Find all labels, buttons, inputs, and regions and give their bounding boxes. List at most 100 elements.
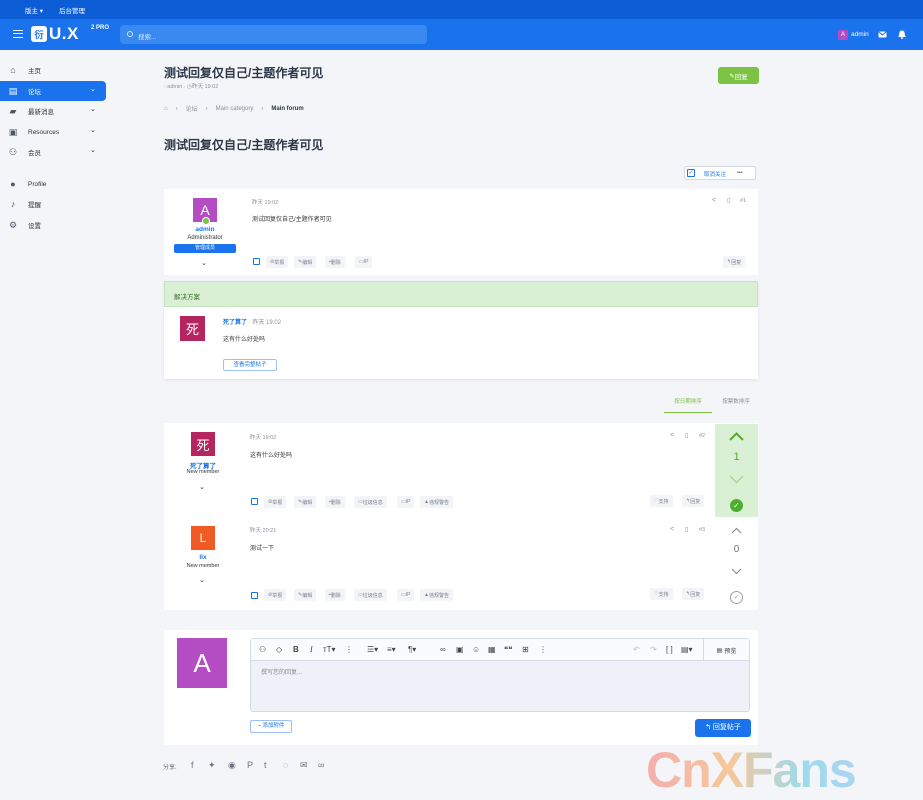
edit-button[interactable]: ✎ 编辑 (294, 589, 317, 601)
delete-button[interactable]: ▪ 删除 (325, 589, 345, 601)
share-icon[interactable]: < (712, 197, 716, 204)
twitter-icon[interactable]: ✦ (208, 760, 216, 771)
tab-sort-by-votes[interactable]: 按票数排序 (714, 396, 758, 408)
sidebar-item-forum[interactable]: ▤ 论坛 ⌄ (0, 81, 106, 101)
attach-button[interactable]: ⌁ 添加附件 (250, 720, 292, 733)
align-icon[interactable]: ≡▾ (387, 645, 396, 654)
whatsapp-icon[interactable]: ◌ (283, 760, 288, 770)
share-icon[interactable]: < (670, 526, 674, 533)
list-icon[interactable]: ☰▾ (367, 645, 378, 654)
avatar[interactable]: A (838, 30, 848, 40)
bell-icon[interactable] (898, 30, 906, 39)
breadcrumb-item[interactable]: 论坛 (186, 104, 198, 113)
tumblr-icon[interactable]: t (264, 760, 267, 770)
sidebar-item-latest[interactable]: ▰ 最新消息 ⌄ (0, 101, 106, 121)
solution-check-icon[interactable]: ✓ (730, 499, 743, 512)
email-icon[interactable]: ✉ (300, 760, 308, 771)
chevron-down-icon[interactable]: ⌄ (199, 576, 205, 584)
delete-button[interactable]: ▪ 删除 (325, 256, 345, 268)
reply-button[interactable]: ✎ 回复 (718, 67, 759, 84)
post-number[interactable]: #3 (699, 527, 705, 533)
unwatch-button[interactable]: 取消关注 (704, 170, 726, 178)
spam-button[interactable]: ▭ 垃圾信息 (354, 589, 387, 601)
meta-author[interactable]: admin (167, 84, 182, 90)
breadcrumb-item[interactable]: Main category (216, 106, 254, 112)
solution-time[interactable]: · 昨天 19:02 (249, 320, 281, 326)
image-icon[interactable]: ▣ (456, 645, 464, 654)
chevron-down-icon[interactable]: ⌄ (201, 259, 207, 267)
post-time[interactable]: 昨天 20:21 (250, 526, 276, 534)
avatar[interactable]: 死 (191, 432, 215, 456)
ip-button[interactable]: ▭ IP (355, 256, 373, 268)
downvote-icon[interactable] (731, 568, 742, 575)
avatar[interactable]: 死 (180, 316, 205, 341)
avatar[interactable]: L (191, 526, 215, 550)
tab-sort-by-date[interactable]: 按日期排序 (664, 396, 712, 413)
sidebar-item-members[interactable]: ⚇ 会员 ⌄ (0, 142, 106, 162)
solution-author[interactable]: 死了算了 (223, 320, 247, 326)
bookmark-icon[interactable]: ▯ (685, 432, 688, 439)
post-number[interactable]: #2 (699, 433, 705, 439)
chevron-down-icon[interactable]: ⌄ (90, 85, 96, 93)
downvote-icon[interactable] (729, 475, 744, 484)
bold-icon[interactable]: B (293, 645, 299, 654)
reply-quote-button[interactable]: ↰ 回复 (682, 495, 705, 507)
menu-icon[interactable] (13, 30, 23, 38)
username[interactable]: admin (851, 31, 869, 38)
link-icon[interactable]: ∞ (440, 645, 446, 654)
submit-reply-button[interactable]: ↰ 回复帖子 (695, 719, 751, 737)
paragraph-icon[interactable]: ¶▾ (408, 645, 416, 654)
media-icon[interactable]: ▦ (488, 645, 496, 654)
drafts-icon[interactable]: ▤▾ (681, 645, 693, 654)
edit-button[interactable]: ✎ 编辑 (294, 256, 317, 268)
select-checkbox[interactable] (251, 592, 258, 599)
edit-button[interactable]: ✎ 编辑 (294, 496, 317, 508)
share-icon[interactable]: < (670, 432, 674, 439)
more-icon[interactable]: ⋮ (539, 645, 547, 654)
logo[interactable]: 衍 U.X 2 PRO (31, 24, 109, 43)
quote-icon[interactable]: ❝❝ (504, 645, 513, 654)
post-time[interactable]: 昨天 19:02 (252, 198, 278, 206)
select-checkbox[interactable] (251, 498, 258, 505)
more-icon[interactable]: ⋮ (345, 645, 353, 654)
spam-button[interactable]: ▭ 垃圾信息 (354, 496, 387, 508)
post-time[interactable]: 昨天 19:02 (250, 433, 276, 441)
bbcode-icon[interactable]: [ ] (666, 645, 673, 654)
reply-quote-button[interactable]: ↰ 回复 (723, 256, 746, 268)
chevron-down-icon[interactable]: ⌄ (90, 126, 96, 134)
reply-quote-button[interactable]: ↰ 回复 (682, 588, 705, 600)
bookmark-icon[interactable]: ▯ (727, 197, 730, 204)
select-checkbox[interactable] (253, 258, 260, 265)
ip-button[interactable]: ▭ IP (397, 589, 415, 601)
sidebar-item-profile[interactable]: ● Profile (0, 174, 106, 194)
mail-icon[interactable] (878, 31, 887, 38)
sidebar-item-alerts[interactable]: ♪ 提醒 (0, 194, 106, 214)
admin-link[interactable]: 后台管理 (59, 5, 85, 15)
report-button[interactable]: ⊘ 举报 (264, 496, 287, 508)
report-button[interactable]: ⊘ 举报 (266, 256, 289, 268)
chevron-down-icon[interactable]: ⌄ (90, 105, 96, 113)
moderator-menu[interactable]: 版主 ▾ (25, 5, 43, 15)
like-button[interactable]: ♡ 支持 (650, 588, 673, 600)
report-button[interactable]: ⊘ 举报 (264, 589, 287, 601)
undo-icon[interactable]: ↶ (633, 645, 640, 654)
reddit-icon[interactable]: ◉ (228, 760, 236, 771)
home-icon[interactable]: ⌂ (164, 106, 168, 112)
eraser-icon[interactable]: ◇ (276, 645, 282, 654)
emoji-icon[interactable]: ☺ (472, 645, 480, 654)
warn-button[interactable]: ▲ 违规警告 (420, 589, 453, 601)
username[interactable]: admin (164, 226, 246, 233)
chevron-down-icon[interactable]: ⌄ (90, 146, 96, 154)
upvote-icon[interactable] (729, 432, 744, 441)
table-icon[interactable]: ⊞ (522, 645, 529, 654)
sidebar-item-resources[interactable]: ▣ Resources ⌄ (0, 122, 106, 142)
delete-button[interactable]: ▪ 删除 (325, 496, 345, 508)
view-full-post-button[interactable]: 查看完整帖子 (223, 359, 277, 371)
breadcrumb-item[interactable]: Main forum (271, 106, 303, 112)
font-size-icon[interactable]: ᴛT▾ (323, 645, 336, 654)
warn-button[interactable]: ▲ 违规警告 (420, 496, 453, 508)
link-icon[interactable]: ∞ (318, 760, 324, 770)
more-button[interactable]: ••• (737, 170, 743, 176)
redo-icon[interactable]: ↷ (650, 645, 657, 654)
facebook-icon[interactable]: f (191, 760, 194, 770)
